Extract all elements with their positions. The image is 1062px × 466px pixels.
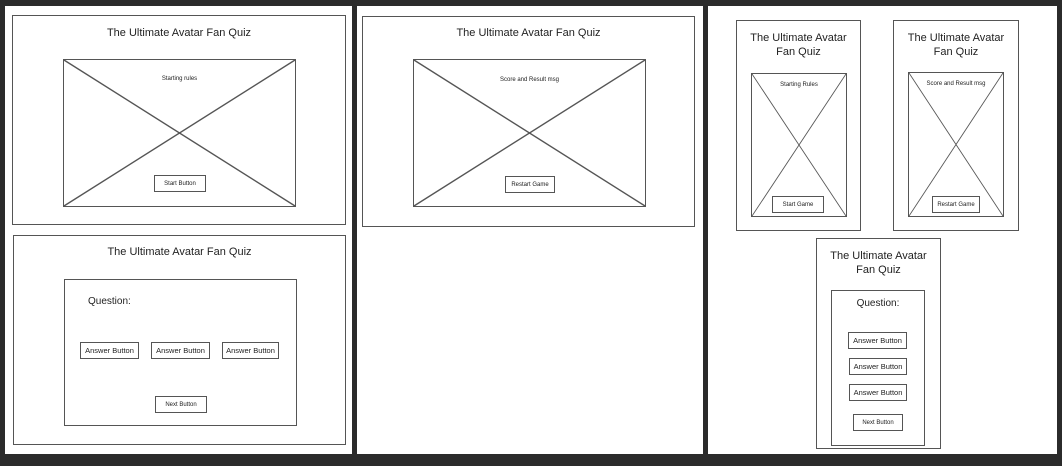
mobile-answer-button-1[interactable]: Answer Button — [848, 332, 907, 349]
desktop-result-title: The Ultimate Avatar Fan Quiz — [456, 27, 601, 39]
answer-button-1[interactable]: Answer Button — [80, 342, 139, 359]
desktop-quiz-frame: The Ultimate Avatar Fan Quiz Question: A… — [13, 235, 346, 445]
mobile-start-title-line2: Fan Quiz — [776, 46, 821, 58]
mobile-result-placeholder: Score and Result msg Restart Game — [908, 72, 1004, 217]
desktop-start-title: The Ultimate Avatar Fan Quiz — [106, 27, 252, 39]
desktop-result-frame: The Ultimate Avatar Fan Quiz Score and R… — [362, 16, 695, 227]
canvas: { "colors": { "background": "#2b2b2b", "… — [0, 0, 1062, 466]
start-game-button[interactable]: Start Game — [772, 196, 824, 213]
mobile-answer-button-3[interactable]: Answer Button — [849, 384, 907, 401]
mobile-start-frame: The Ultimate Avatar Fan Quiz Starting Ru… — [736, 20, 861, 231]
restart-button[interactable]: Restart Game — [505, 176, 555, 193]
answer-button-2[interactable]: Answer Button — [151, 342, 210, 359]
question-label: Question: — [88, 296, 131, 307]
mobile-start-placeholder: Starting Rules Start Game — [751, 73, 847, 217]
placeholder-cross-icon — [752, 74, 846, 216]
mobile-quiz-title-line2: Fan Quiz — [856, 264, 901, 276]
desktop-start-frame: The Ultimate Avatar Fan Quiz Starting ru… — [12, 15, 346, 225]
score-result-label: Score and Result msg — [926, 81, 986, 87]
next-button[interactable]: Next Button — [155, 396, 207, 413]
answer-button-3[interactable]: Answer Button — [222, 342, 279, 359]
mobile-result-title-line1: The Ultimate Avatar — [907, 32, 1005, 44]
mobile-next-button[interactable]: Next Button — [853, 414, 903, 431]
mobile-start-title-line1: The Ultimate Avatar — [750, 32, 847, 44]
starting-rules-label: Starting Rules — [780, 82, 818, 88]
mobile-quiz-title-line1: The Ultimate Avatar — [830, 250, 927, 262]
mobile-result-title-line2: Fan Quiz — [933, 46, 979, 58]
starting-rules-label: Starting rules — [161, 76, 198, 82]
score-result-label: Score and Result msg — [499, 77, 560, 83]
desktop-quiz-content: Question: Answer Button Answer Button An… — [64, 279, 297, 426]
question-label: Question: — [856, 298, 900, 309]
mobile-quiz-frame: The Ultimate Avatar Fan Quiz Question: A… — [816, 238, 941, 449]
desktop-start-placeholder: Starting rules Start Button — [63, 59, 296, 207]
mobile-result-frame: The Ultimate Avatar Fan Quiz Score and R… — [893, 20, 1019, 231]
mobile-answer-button-2[interactable]: Answer Button — [849, 358, 907, 375]
mobile-restart-button[interactable]: Restart Game — [932, 196, 980, 213]
desktop-quiz-title: The Ultimate Avatar Fan Quiz — [107, 246, 252, 258]
placeholder-cross-icon — [909, 73, 1003, 216]
start-button[interactable]: Start Button — [154, 175, 206, 192]
desktop-result-placeholder: Score and Result msg Restart Game — [413, 59, 646, 207]
mobile-quiz-content: Question: Answer Button Answer Button An… — [831, 290, 925, 446]
